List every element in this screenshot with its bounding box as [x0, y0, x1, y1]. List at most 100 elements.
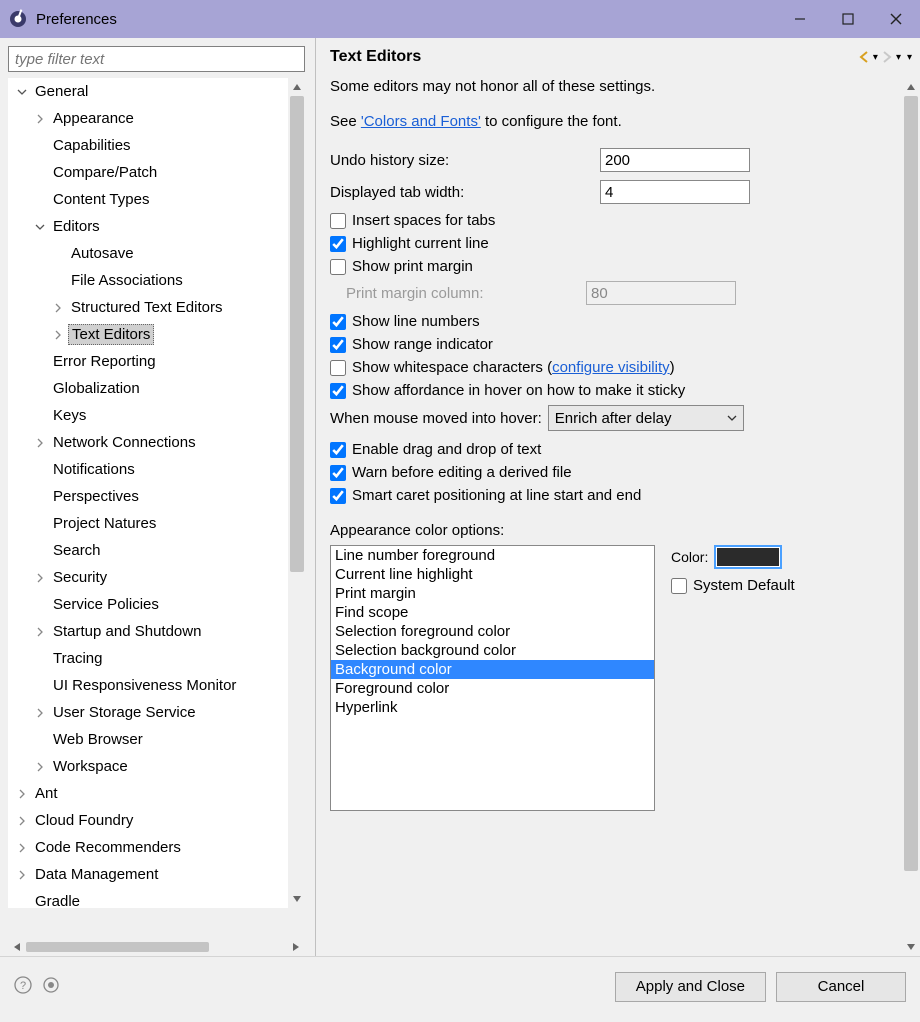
tree-item-globalization[interactable]: Globalization	[8, 375, 288, 402]
back-button[interactable]	[857, 50, 871, 64]
preferences-tree[interactable]: General Appearance Capabilities Compare/…	[8, 78, 288, 908]
tree-item-gradle[interactable]: Gradle	[8, 888, 288, 908]
list-item[interactable]: Current line highlight	[331, 565, 654, 584]
tree-item-general[interactable]: General	[8, 78, 288, 105]
show-range-checkbox[interactable]	[330, 337, 346, 353]
list-item[interactable]: Background color	[331, 660, 654, 679]
chevron-right-icon	[32, 570, 48, 586]
list-item[interactable]: Foreground color	[331, 679, 654, 698]
tree-item-project-natures[interactable]: Project Natures	[8, 510, 288, 537]
tree-item-compare-patch[interactable]: Compare/Patch	[8, 159, 288, 186]
checkbox-label: Enable drag and drop of text	[352, 441, 541, 458]
tree-item-security[interactable]: Security	[8, 564, 288, 591]
show-line-numbers-checkbox[interactable]	[330, 314, 346, 330]
tree-item-ui-responsiveness[interactable]: UI Responsiveness Monitor	[8, 672, 288, 699]
tree-item-startup-shutdown[interactable]: Startup and Shutdown	[8, 618, 288, 645]
show-print-margin-checkbox[interactable]	[330, 259, 346, 275]
minimize-button[interactable]	[776, 0, 824, 38]
tree-item-file-associations[interactable]: File Associations	[8, 267, 288, 294]
main-area: General Appearance Capabilities Compare/…	[0, 38, 920, 956]
tree-item-service-policies[interactable]: Service Policies	[8, 591, 288, 618]
tree-item-user-storage[interactable]: User Storage Service	[8, 699, 288, 726]
list-item[interactable]: Hyperlink	[331, 698, 654, 717]
checkbox-label: Insert spaces for tabs	[352, 212, 495, 229]
tab-width-input[interactable]	[600, 180, 750, 204]
tree-vertical-scrollbar[interactable]	[288, 78, 306, 908]
checkbox-label: Show print margin	[352, 258, 473, 275]
chevron-right-icon	[14, 867, 30, 883]
checkbox-label: System Default	[693, 577, 795, 594]
svg-text:?: ?	[20, 980, 26, 992]
chevron-right-icon	[14, 813, 30, 829]
tree-item-search[interactable]: Search	[8, 537, 288, 564]
chevron-down-icon	[14, 84, 30, 100]
chevron-right-icon	[32, 624, 48, 640]
tree-item-structured-text-editors[interactable]: Structured Text Editors	[8, 294, 288, 321]
window-title: Preferences	[36, 11, 117, 28]
page-title: Text Editors	[330, 48, 857, 66]
close-button[interactable]	[872, 0, 920, 38]
checkbox-label: Highlight current line	[352, 235, 489, 252]
info-text: Some editors may not honor all of these …	[330, 78, 912, 95]
tree-item-code-recommenders[interactable]: Code Recommenders	[8, 834, 288, 861]
view-menu[interactable]: ▾	[903, 52, 912, 63]
tree-item-capabilities[interactable]: Capabilities	[8, 132, 288, 159]
chevron-right-icon	[14, 786, 30, 802]
tree-item-appearance[interactable]: Appearance	[8, 105, 288, 132]
checkbox-label: Show affordance in hover on how to make …	[352, 382, 685, 399]
tree-item-text-editors[interactable]: Text Editors	[8, 321, 288, 348]
colors-and-fonts-link[interactable]: 'Colors and Fonts'	[361, 113, 481, 130]
undo-size-input[interactable]	[600, 148, 750, 172]
hover-mode-label: When mouse moved into hover:	[330, 410, 542, 427]
hover-mode-select[interactable]: Enrich after delay	[548, 405, 744, 431]
chevron-right-icon	[50, 327, 66, 343]
insert-spaces-checkbox[interactable]	[330, 213, 346, 229]
checkbox-label: Show range indicator	[352, 336, 493, 353]
show-whitespace-checkbox[interactable]	[330, 360, 346, 376]
filter-input[interactable]	[8, 46, 305, 72]
color-options-list[interactable]: Line number foreground Current line high…	[330, 545, 655, 811]
maximize-button[interactable]	[824, 0, 872, 38]
undo-size-label: Undo history size:	[330, 152, 600, 169]
tree-item-cloud-foundry[interactable]: Cloud Foundry	[8, 807, 288, 834]
warn-derived-checkbox[interactable]	[330, 465, 346, 481]
smart-caret-checkbox[interactable]	[330, 488, 346, 504]
list-item[interactable]: Print margin	[331, 584, 654, 603]
scrollbar-thumb[interactable]	[290, 96, 304, 572]
tree-item-data-management[interactable]: Data Management	[8, 861, 288, 888]
enable-dnd-checkbox[interactable]	[330, 442, 346, 458]
tree-item-network-connections[interactable]: Network Connections	[8, 429, 288, 456]
import-export-icon[interactable]	[42, 976, 60, 997]
help-icon[interactable]: ?	[14, 976, 32, 997]
tree-item-keys[interactable]: Keys	[8, 402, 288, 429]
forward-button[interactable]	[880, 50, 894, 64]
apply-and-close-button[interactable]: Apply and Close	[615, 972, 766, 1002]
tree-item-notifications[interactable]: Notifications	[8, 456, 288, 483]
scrollbar-thumb[interactable]	[26, 942, 209, 952]
show-affordance-checkbox[interactable]	[330, 383, 346, 399]
system-default-checkbox[interactable]	[671, 578, 687, 594]
list-item[interactable]: Line number foreground	[331, 546, 654, 565]
tree-item-tracing[interactable]: Tracing	[8, 645, 288, 672]
list-item[interactable]: Find scope	[331, 603, 654, 622]
scrollbar-thumb[interactable]	[904, 96, 918, 871]
back-menu[interactable]: ▾	[873, 52, 878, 63]
list-item[interactable]: Selection background color	[331, 641, 654, 660]
tree-item-workspace[interactable]: Workspace	[8, 753, 288, 780]
highlight-line-checkbox[interactable]	[330, 236, 346, 252]
color-picker-button[interactable]	[714, 545, 782, 569]
tree-horizontal-scrollbar[interactable]	[8, 938, 305, 956]
configure-visibility-link[interactable]: configure visibility	[552, 359, 670, 376]
tree-item-perspectives[interactable]: Perspectives	[8, 483, 288, 510]
chevron-down-icon	[727, 410, 737, 427]
tree-item-autosave[interactable]: Autosave	[8, 240, 288, 267]
tree-item-web-browser[interactable]: Web Browser	[8, 726, 288, 753]
tree-item-error-reporting[interactable]: Error Reporting	[8, 348, 288, 375]
list-item[interactable]: Selection foreground color	[331, 622, 654, 641]
cancel-button[interactable]: Cancel	[776, 972, 906, 1002]
forward-menu[interactable]: ▾	[896, 52, 901, 63]
tree-item-editors[interactable]: Editors	[8, 213, 288, 240]
tree-item-content-types[interactable]: Content Types	[8, 186, 288, 213]
content-vertical-scrollbar[interactable]	[902, 78, 920, 956]
tree-item-ant[interactable]: Ant	[8, 780, 288, 807]
